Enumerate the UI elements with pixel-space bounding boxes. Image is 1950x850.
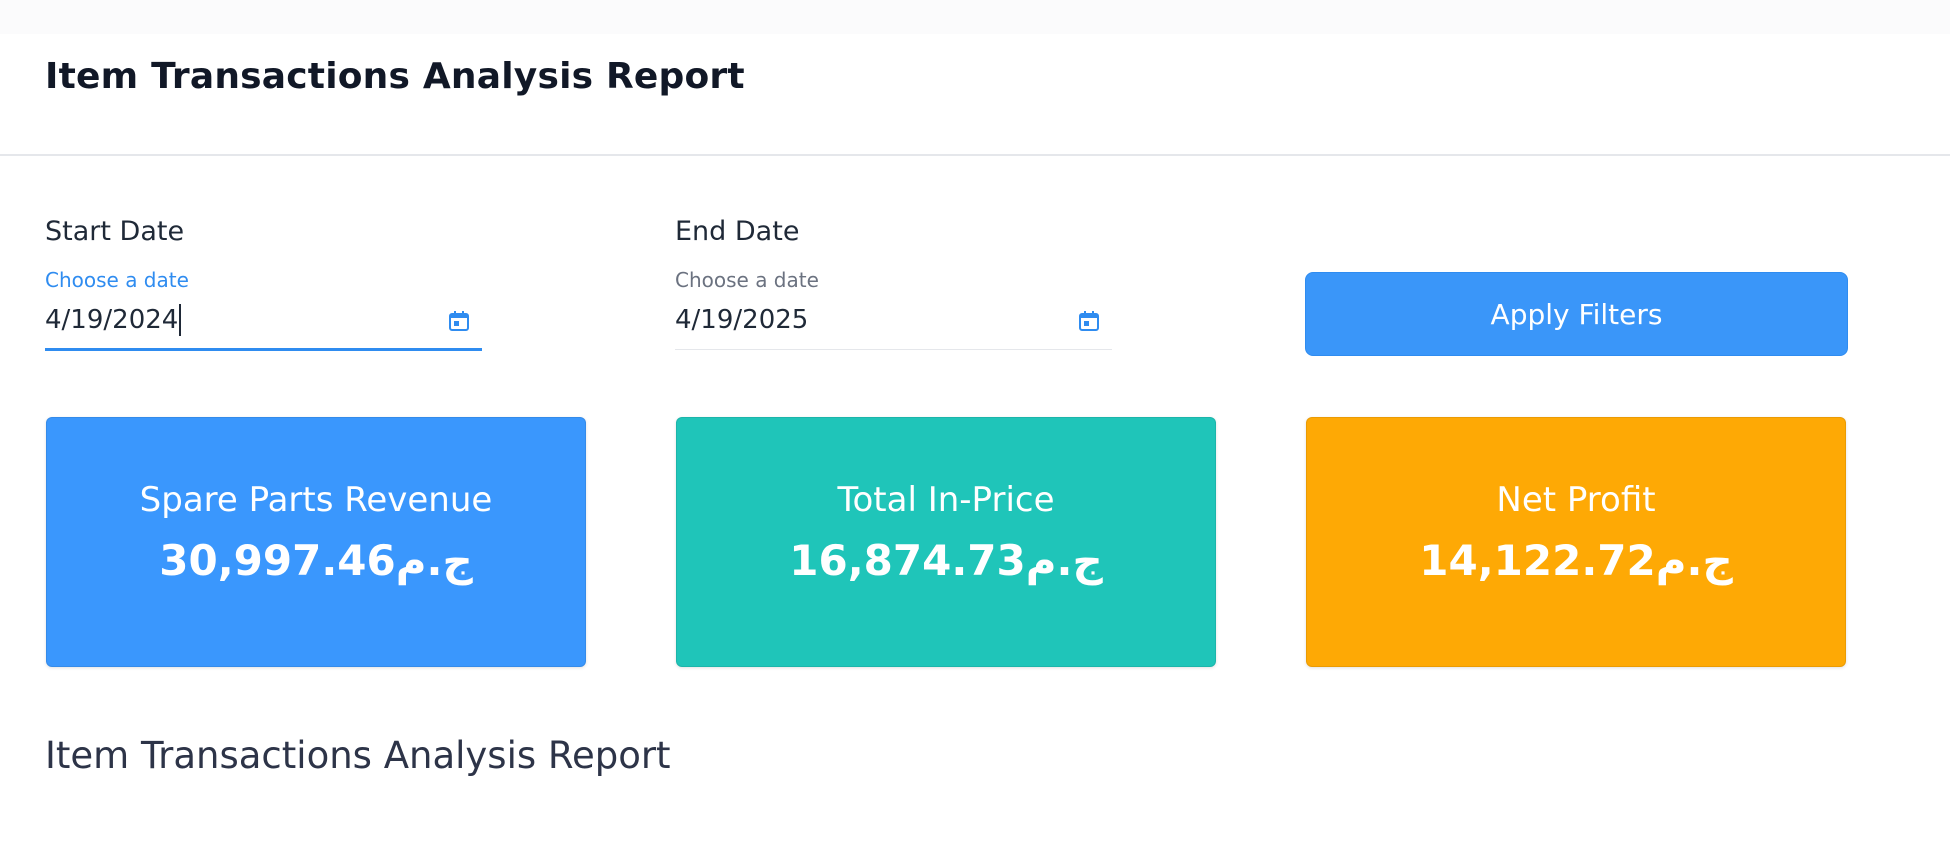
start-date-input[interactable] xyxy=(45,302,435,338)
calendar-icon[interactable] xyxy=(1078,310,1100,332)
start-date-floating-label: Choose a date xyxy=(45,268,189,292)
apply-filters-button[interactable]: Apply Filters xyxy=(1305,272,1848,356)
end-date-underline xyxy=(675,349,1112,350)
card-title: Total In-Price xyxy=(837,480,1055,520)
text-cursor xyxy=(179,304,181,336)
net-profit-card: Net Profit 14,122.72ج.م xyxy=(1306,417,1846,667)
end-date-input[interactable] xyxy=(675,302,1065,338)
start-date-label: Start Date xyxy=(45,216,185,247)
card-title: Net Profit xyxy=(1496,480,1656,520)
end-date-floating-label: Choose a date xyxy=(675,268,819,292)
card-value: 16,874.73ج.م xyxy=(789,536,1103,585)
section-title: Item Transactions Analysis Report xyxy=(45,734,671,777)
card-title: Spare Parts Revenue xyxy=(139,480,493,520)
start-date-field: Start Date Choose a date xyxy=(45,212,482,354)
card-value: 30,997.46ج.م xyxy=(159,536,473,585)
page-title: Item Transactions Analysis Report xyxy=(45,56,745,97)
calendar-icon[interactable] xyxy=(448,310,470,332)
spare-parts-revenue-card: Spare Parts Revenue 30,997.46ج.م xyxy=(46,417,586,667)
end-date-field: End Date Choose a date xyxy=(675,212,1112,354)
top-strip xyxy=(0,0,1950,34)
start-date-underline xyxy=(45,348,482,351)
end-date-label: End Date xyxy=(675,216,800,247)
total-in-price-card: Total In-Price 16,874.73ج.م xyxy=(676,417,1216,667)
card-value: 14,122.72ج.م xyxy=(1419,536,1733,585)
